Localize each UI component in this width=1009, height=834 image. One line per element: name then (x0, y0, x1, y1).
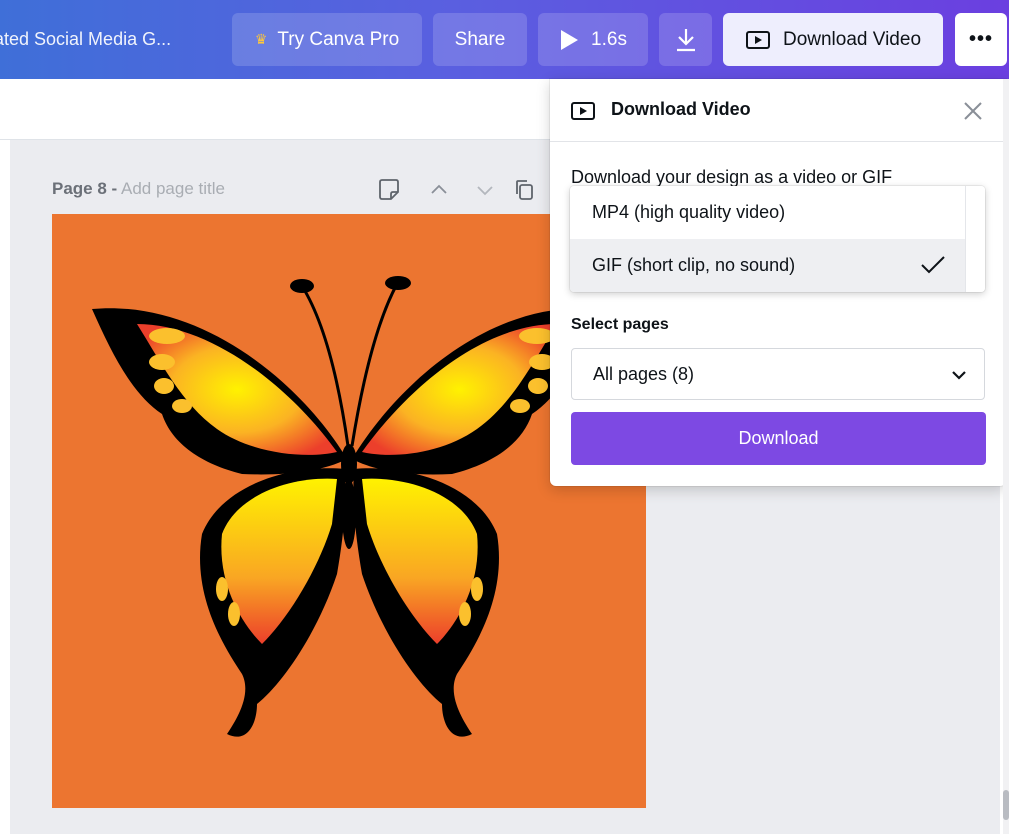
checkmark-icon (921, 256, 945, 274)
format-option-label: GIF (short clip, no sound) (592, 255, 796, 275)
more-icon: ••• (968, 28, 993, 50)
copy-icon[interactable] (512, 177, 538, 203)
video-icon (571, 102, 595, 120)
note-icon[interactable] (376, 177, 402, 203)
more-options-button[interactable]: ••• (955, 13, 1007, 66)
share-button[interactable]: Share (433, 13, 527, 66)
page-header: Page 8 - Add page title (52, 179, 225, 199)
top-bar: ated Social Media G... ♛ Try Canva Pro S… (0, 0, 1009, 79)
crown-icon: ♛ (254, 31, 268, 47)
format-option-gif[interactable]: GIF (short clip, no sound) (570, 239, 966, 292)
document-title-text: ated Social Media G... (0, 29, 172, 49)
play-duration: 1.6s (591, 28, 627, 50)
try-canva-pro-button[interactable]: ♛ Try Canva Pro (232, 13, 422, 66)
download-button-label: Download (738, 428, 819, 448)
play-icon (561, 29, 579, 50)
download-panel: Download Video Download your design as a… (550, 79, 1006, 486)
download-video-label: Download Video (782, 28, 922, 50)
play-button[interactable]: 1.6s (538, 13, 648, 66)
pages-select-value: All pages (8) (593, 363, 695, 384)
panel-header: Download Video (550, 79, 1006, 142)
page-label: Page 8 - (52, 179, 118, 198)
close-icon[interactable] (962, 100, 984, 122)
format-option-mp4[interactable]: MP4 (high quality video) (570, 186, 966, 239)
chevron-up-icon[interactable] (426, 177, 452, 203)
share-label: Share (454, 28, 506, 50)
panel-description: Download your design as a video or GIF (571, 167, 893, 187)
canvas-scrollbar[interactable] (1003, 79, 1009, 834)
download-arrow-icon (676, 28, 695, 51)
chevron-down-icon (952, 371, 966, 380)
scrollbar-thumb[interactable] (1003, 790, 1009, 820)
select-pages-label: Select pages (571, 316, 669, 333)
video-icon (745, 30, 770, 49)
page-tools (376, 176, 538, 204)
document-title[interactable]: ated Social Media G... (0, 13, 222, 66)
page-title-input[interactable]: Add page title (121, 179, 225, 198)
dropdown-scrollbar[interactable] (965, 186, 985, 292)
format-dropdown-menu: MP4 (high quality video) GIF (short clip… (570, 186, 985, 292)
chevron-down-icon[interactable] (472, 177, 498, 203)
download-video-button[interactable]: Download Video (723, 13, 943, 66)
try-canva-pro-label: Try Canva Pro (277, 28, 400, 50)
panel-title: Download Video (611, 99, 751, 119)
pages-select[interactable]: All pages (8) (571, 348, 985, 400)
format-option-label: MP4 (high quality video) (592, 202, 786, 222)
download-button[interactable]: Download (571, 412, 986, 465)
download-button-top[interactable] (659, 13, 712, 66)
